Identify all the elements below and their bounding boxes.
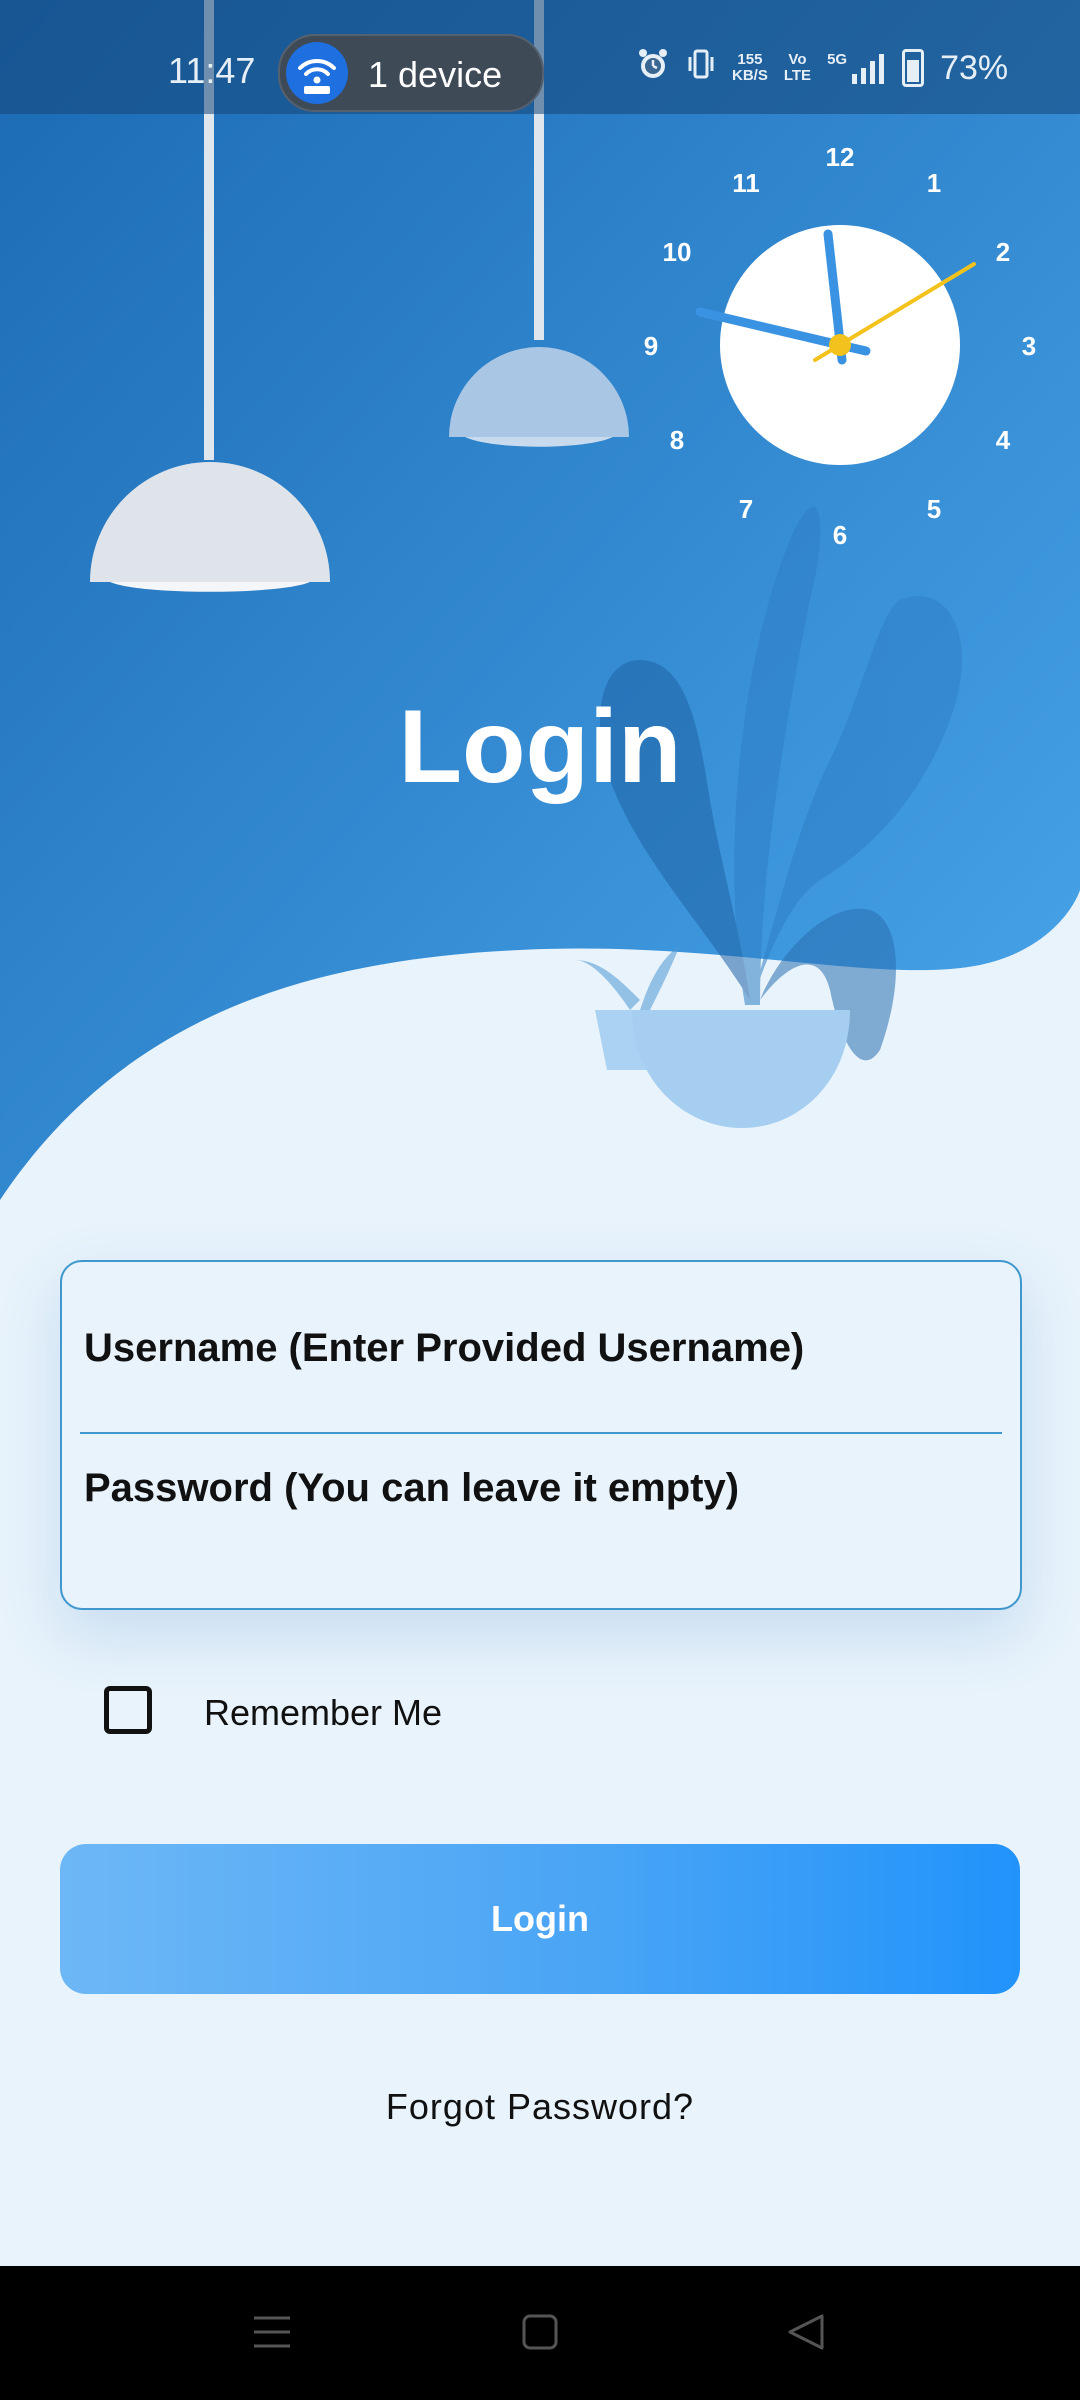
clock-number-5: 5	[927, 494, 941, 524]
clock-number-4: 4	[996, 425, 1011, 455]
clock-number-9: 9	[644, 331, 658, 361]
login-button[interactable]: Login	[60, 1844, 1020, 1994]
data-speed-value: 155	[737, 51, 763, 68]
network-type: 5G	[827, 51, 848, 68]
username-field[interactable]: Username (Enter Provided Username)	[80, 1262, 1002, 1434]
triangle-back-icon[interactable]	[784, 2310, 828, 2359]
clock-number-8: 8	[670, 425, 684, 455]
vibrate-icon	[686, 47, 716, 90]
volte-top: Vo	[788, 51, 807, 68]
clock-number-11: 11	[732, 168, 760, 198]
remember-me-label: Remember Me	[204, 1692, 443, 1733]
username-label: Username (Enter Provided Username)	[84, 1326, 805, 1370]
password-field[interactable]: Password (You can leave it empty)	[80, 1436, 1002, 1606]
volte-indicator: Vo LTE	[784, 52, 811, 84]
wifi-hotspot-icon	[286, 42, 348, 104]
battery-percent: 73%	[940, 48, 1009, 87]
signal-icon: 5G	[827, 52, 886, 84]
data-speed: 155 KB/S	[732, 52, 768, 84]
alarm-icon	[636, 47, 670, 90]
clock-number-10: 10	[663, 237, 692, 267]
hotspot-label: 1 device	[368, 54, 503, 95]
clock-number-12: 12	[826, 142, 855, 172]
menu-lines-icon[interactable]	[250, 2310, 294, 2359]
clock-number-3: 3	[1022, 331, 1036, 361]
clock-number-2: 2	[996, 237, 1010, 267]
page-title: Login	[398, 689, 682, 805]
header-illustration: 12 1 2 3 4 5 6 7 8 9 10 11	[0, 0, 1080, 1220]
password-label: Password (You can leave it empty)	[84, 1466, 740, 1510]
clock-number-1: 1	[927, 168, 941, 198]
hotspot-pill[interactable]: 1 device	[278, 34, 544, 112]
volte-bottom: LTE	[783, 67, 812, 84]
status-time: 11:47	[168, 50, 256, 91]
forgot-password-link[interactable]: Forgot Password?	[0, 2086, 1080, 2128]
clock-number-6: 6	[833, 520, 847, 550]
status-icons: 155 KB/S Vo LTE 5G 73%	[636, 46, 1008, 90]
remember-me-checkbox[interactable]	[104, 1686, 152, 1734]
clock-number-7: 7	[739, 494, 753, 524]
login-form-card: Username (Enter Provided Username) Passw…	[60, 1260, 1022, 1610]
square-home-icon[interactable]	[518, 2310, 562, 2359]
battery-icon	[902, 49, 925, 87]
data-speed-unit: KB/S	[732, 67, 768, 84]
remember-me-row[interactable]: Remember Me	[104, 1686, 604, 1742]
navigation-bar	[0, 2266, 1080, 2400]
status-bar: 11:47 1 device 155 KB/S Vo LTE 5G 73%	[0, 0, 1080, 114]
